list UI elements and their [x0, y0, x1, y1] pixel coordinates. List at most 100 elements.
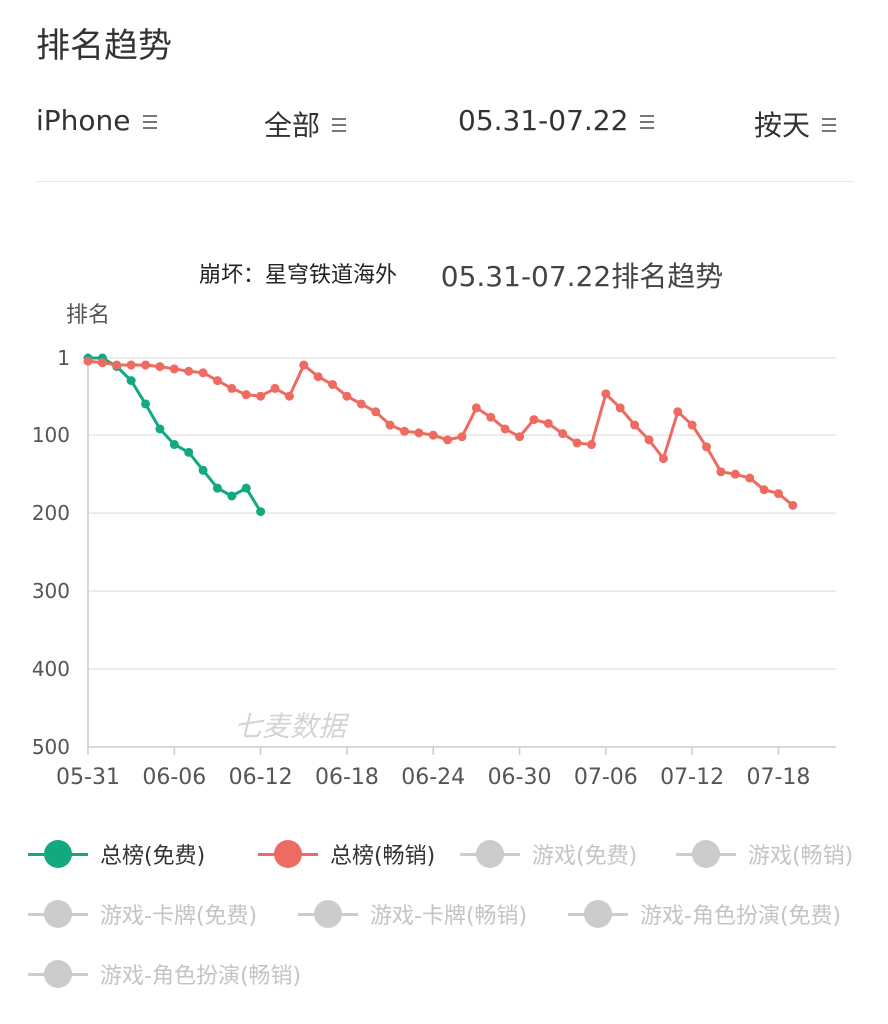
y-tick-label: 200	[32, 501, 70, 525]
data-point	[471, 403, 481, 413]
y-tick-label: 1	[57, 346, 70, 370]
filter-bar: iPhone 全部 05.31-07.22 按天	[36, 104, 854, 154]
data-point	[126, 376, 136, 386]
data-point	[730, 469, 740, 479]
legend-marker-icon	[568, 899, 628, 929]
legend-item[interactable]: 游戏(畅销)	[676, 838, 853, 870]
data-point	[227, 491, 237, 501]
data-point	[97, 358, 107, 368]
legend-marker-icon	[28, 839, 88, 869]
data-point	[284, 391, 294, 401]
legend-label: 游戏-角色扮演(畅销)	[100, 964, 302, 989]
legend-marker-icon	[258, 839, 318, 869]
data-point	[687, 420, 697, 430]
date-range-filter[interactable]: 05.31-07.22	[458, 104, 655, 137]
data-point	[256, 391, 266, 401]
data-point	[788, 500, 798, 510]
data-point	[414, 428, 424, 438]
legend-label: 游戏(免费)	[532, 844, 638, 869]
legend-marker-icon	[460, 839, 520, 869]
page-title: 排名趋势	[36, 26, 172, 66]
data-point	[486, 412, 496, 422]
legend-item[interactable]: 游戏-角色扮演(畅销)	[28, 958, 301, 990]
data-point	[745, 473, 755, 483]
data-point	[141, 360, 151, 370]
data-point	[169, 364, 179, 374]
data-point	[515, 432, 525, 442]
legend-marker-icon	[676, 839, 736, 869]
data-point	[212, 376, 222, 386]
device-filter-label: iPhone	[36, 104, 131, 137]
data-point	[428, 430, 438, 440]
menu-icon	[640, 114, 655, 129]
y-tick-label: 500	[32, 735, 70, 759]
data-point	[83, 356, 93, 366]
legend-marker-icon	[298, 899, 358, 929]
data-point	[184, 447, 194, 457]
series-line-1	[87, 359, 794, 507]
legend-marker-icon	[28, 899, 88, 929]
data-point	[169, 440, 179, 450]
data-point	[198, 465, 208, 475]
data-point	[356, 399, 366, 409]
data-point	[385, 420, 395, 430]
data-point	[212, 483, 222, 493]
data-point	[256, 507, 266, 517]
data-point	[155, 362, 165, 372]
data-point	[241, 390, 251, 400]
data-point	[673, 407, 683, 417]
granularity-filter[interactable]: 按天	[754, 104, 837, 144]
legend-marker-icon	[28, 959, 88, 989]
legend-item[interactable]: 游戏-卡牌(免费)	[28, 898, 257, 930]
device-filter[interactable]: iPhone	[36, 104, 157, 137]
y-tick-label: 400	[32, 657, 70, 681]
category-filter[interactable]: 全部	[264, 104, 347, 144]
y-axis-label: 排名	[66, 303, 110, 328]
rank-trend-chart: 崩坏：星穹铁道海外 05.31-07.22排名趋势排名 1 100 200 300 400 5…	[32, 260, 836, 790]
menu-icon	[822, 118, 837, 132]
x-tick-label: 07-06	[574, 765, 638, 790]
data-point	[198, 368, 208, 378]
x-tick-label: 07-18	[746, 765, 810, 790]
legend-label: 总榜(畅销)	[330, 844, 436, 869]
data-point	[227, 383, 237, 393]
y-tick-label: 100	[32, 423, 70, 447]
x-tick-label: 06-06	[142, 765, 206, 790]
data-point	[543, 418, 553, 428]
data-point	[773, 489, 783, 499]
data-point	[716, 467, 726, 477]
data-point	[241, 483, 251, 493]
menu-icon	[332, 118, 347, 132]
data-point	[342, 391, 352, 401]
legend-item[interactable]: 游戏(免费)	[460, 838, 637, 870]
x-tick-label: 06-12	[229, 765, 293, 790]
x-tick-label: 06-18	[315, 765, 379, 790]
menu-icon	[142, 114, 157, 129]
data-point	[558, 429, 568, 439]
data-point	[443, 435, 453, 445]
data-point	[658, 454, 668, 464]
legend-item[interactable]: 总榜(畅销)	[258, 838, 435, 870]
data-point	[270, 383, 280, 393]
data-point	[586, 440, 596, 450]
legend-item[interactable]: 游戏-角色扮演(免费)	[568, 898, 841, 930]
data-point	[328, 380, 338, 390]
data-point	[141, 399, 151, 409]
date-range-filter-label: 05.31-07.22	[458, 104, 629, 137]
x-tick-label: 05-31	[56, 765, 120, 790]
data-point	[112, 360, 122, 370]
y-tick-label: 300	[32, 579, 70, 603]
data-point	[644, 435, 654, 445]
legend-label: 游戏-角色扮演(免费)	[640, 904, 842, 929]
data-point	[759, 485, 769, 495]
legend-item[interactable]: 游戏-卡牌(畅销)	[298, 898, 527, 930]
data-point	[457, 432, 467, 442]
legend-label: 游戏(畅销)	[748, 844, 854, 869]
legend-item[interactable]: 总榜(免费)	[28, 838, 205, 870]
data-point	[630, 420, 640, 430]
data-point	[615, 403, 625, 413]
x-tick-label: 07-12	[660, 765, 724, 790]
data-point	[299, 360, 309, 370]
legend-label: 总榜(免费)	[100, 844, 206, 869]
data-point	[529, 415, 539, 425]
